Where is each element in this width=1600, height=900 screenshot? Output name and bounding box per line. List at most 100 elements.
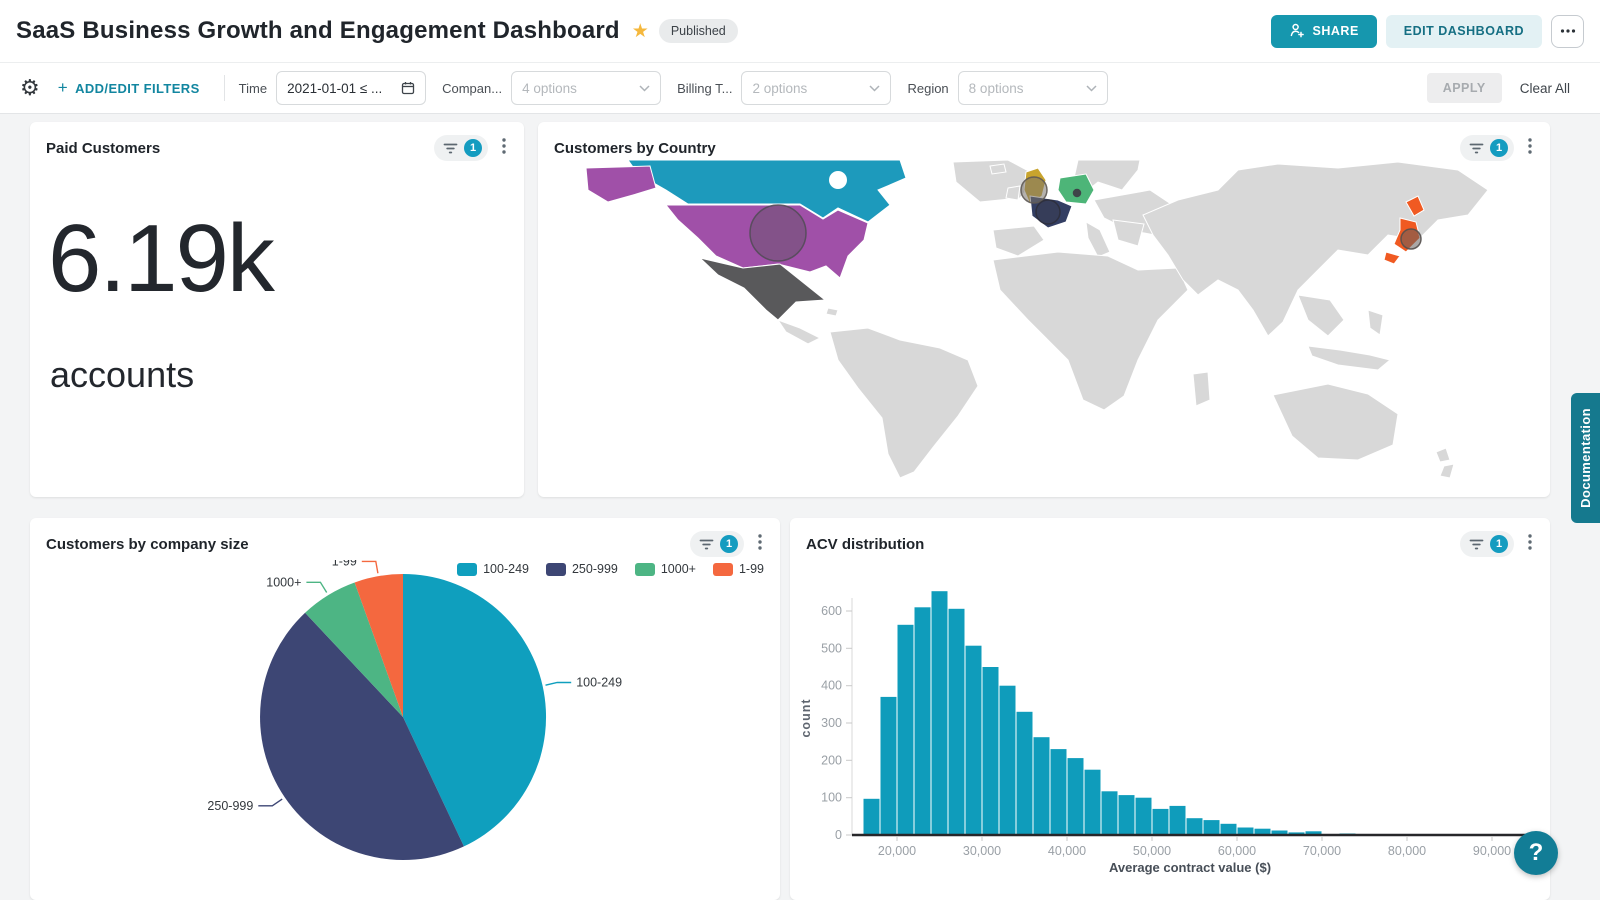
map-bubble-Japan[interactable] [1401, 229, 1421, 249]
svg-text:600: 600 [821, 604, 842, 618]
map-land [993, 252, 1188, 410]
pie-slice-label: 1-99 [332, 560, 357, 568]
widget-menu-kebab-icon[interactable] [496, 136, 512, 161]
customers-by-company-size-widget: Customers by company size 1 100-249250-9… [30, 518, 780, 900]
pie-callout-line [258, 799, 282, 806]
histogram-bar[interactable] [1102, 791, 1118, 835]
documentation-tab[interactable]: Documentation [1571, 393, 1600, 523]
histogram-bar[interactable] [1204, 820, 1220, 835]
settings-gear-icon[interactable]: ⚙ [20, 77, 40, 99]
svg-text:300: 300 [821, 716, 842, 730]
filter-count-badge: 1 [1490, 535, 1508, 553]
funnel-icon [1469, 538, 1484, 551]
widget-filter-chip[interactable]: 1 [1460, 531, 1514, 557]
map-land [1273, 384, 1398, 460]
histogram-bar[interactable] [966, 646, 982, 835]
svg-text:20,000: 20,000 [878, 844, 916, 858]
widget-title: Customers by Country [554, 140, 716, 157]
svg-text:50,000: 50,000 [1133, 844, 1171, 858]
filter-bar: ⚙ + ADD/EDIT FILTERS Time 2021-01-01 ≤ ..… [0, 62, 1600, 114]
y-axis-title: count [799, 698, 813, 737]
pie-callout-line [362, 561, 378, 573]
add-edit-filters-button[interactable]: + ADD/EDIT FILTERS [58, 78, 200, 98]
x-axis-title: Average contract value ($) [1109, 860, 1271, 875]
histogram-bar[interactable] [1170, 806, 1186, 835]
paid-customers-widget: Paid Customers 1 6.19k accounts [30, 122, 524, 497]
favorite-star-icon[interactable]: ★ [632, 20, 649, 43]
svg-text:80,000: 80,000 [1388, 844, 1426, 858]
funnel-icon [1469, 142, 1484, 155]
legend-item-1-99[interactable]: 1-99 [713, 562, 764, 576]
chevron-down-icon [639, 85, 650, 92]
share-button[interactable]: SHARE [1271, 15, 1377, 48]
map-country-United-States[interactable] [586, 166, 656, 202]
histogram-bar[interactable] [1000, 686, 1016, 835]
map-bubble-United-States[interactable] [750, 205, 806, 261]
histogram-bar[interactable] [1153, 809, 1169, 835]
histogram-bar[interactable] [1187, 818, 1203, 835]
legend-item-100-249[interactable]: 100-249 [457, 562, 529, 576]
world-map-chart[interactable] [538, 160, 1550, 497]
top-bar: SaaS Business Growth and Engagement Dash… [0, 0, 1600, 62]
dashboard-canvas: Paid Customers 1 6.19k accounts Customer… [0, 114, 1600, 900]
clear-all-button[interactable]: Clear All [1520, 81, 1570, 96]
chevron-down-icon [1086, 85, 1097, 92]
svg-text:100: 100 [821, 791, 842, 805]
widget-filter-chip[interactable]: 1 [434, 135, 488, 161]
map-bubble-United-Kingdom[interactable] [1021, 177, 1047, 203]
share-person-icon [1289, 22, 1305, 41]
svg-text:30,000: 30,000 [963, 844, 1001, 858]
published-badge: Published [659, 19, 738, 43]
histogram-bar[interactable] [1017, 712, 1033, 835]
svg-text:400: 400 [821, 679, 842, 693]
time-filter[interactable]: 2021-01-01 ≤ ... [276, 71, 426, 105]
svg-text:40,000: 40,000 [1048, 844, 1086, 858]
widget-menu-kebab-icon[interactable] [1522, 136, 1538, 161]
histogram-bar[interactable] [932, 591, 948, 835]
histogram-chart[interactable]: 010020030040050060020,00030,00040,00050,… [790, 560, 1534, 900]
histogram-bar[interactable] [1068, 758, 1084, 835]
acv-distribution-widget: ACV distribution 1 010020030040050060020… [790, 518, 1550, 900]
histogram-bar[interactable] [881, 697, 897, 835]
more-options-button[interactable] [1551, 15, 1584, 48]
widget-filter-chip[interactable]: 1 [690, 531, 744, 557]
histogram-bar[interactable] [1034, 737, 1050, 835]
chevron-down-icon [869, 85, 880, 92]
filter-count-badge: 1 [464, 139, 482, 157]
region-filter[interactable]: 8 options [958, 71, 1108, 105]
svg-text:0: 0 [835, 828, 842, 842]
svg-text:60,000: 60,000 [1218, 844, 1256, 858]
widget-menu-kebab-icon[interactable] [1522, 532, 1538, 557]
company-filter[interactable]: 4 options [511, 71, 661, 105]
map-hudson-bay [829, 171, 847, 189]
histogram-bar[interactable] [1221, 824, 1237, 835]
histogram-bar[interactable] [1119, 795, 1135, 835]
map-land [1006, 186, 1020, 200]
kpi-unit-label: accounts [50, 354, 194, 396]
legend-item-250-999[interactable]: 250-999 [546, 562, 618, 576]
histogram-bar[interactable] [949, 609, 965, 835]
svg-text:70,000: 70,000 [1303, 844, 1341, 858]
kpi-value: 6.19k [48, 204, 273, 314]
edit-dashboard-button[interactable]: EDIT DASHBOARD [1386, 15, 1542, 48]
histogram-bar[interactable] [1085, 770, 1101, 835]
histogram-bar[interactable] [983, 667, 999, 835]
legend-swatch [635, 563, 655, 576]
pie-chart[interactable]: 100-249 250-999 1000+ 1-99 [30, 560, 780, 900]
region-filter-label: Region [907, 81, 948, 96]
map-bubble-Germany[interactable] [1074, 190, 1081, 197]
legend-item-1000+[interactable]: 1000+ [635, 562, 696, 576]
histogram-bar[interactable] [915, 607, 931, 835]
histogram-bar[interactable] [864, 799, 880, 835]
time-filter-label: Time [239, 81, 267, 96]
widget-filter-chip[interactable]: 1 [1460, 135, 1514, 161]
apply-button[interactable]: APPLY [1427, 73, 1502, 103]
histogram-bar[interactable] [1051, 749, 1067, 835]
histogram-bar[interactable] [898, 625, 914, 835]
map-bubble-France[interactable] [1036, 200, 1060, 224]
billing-filter[interactable]: 2 options [741, 71, 891, 105]
legend-label: 1000+ [661, 562, 696, 576]
histogram-bar[interactable] [1136, 798, 1152, 835]
help-button[interactable]: ? [1514, 831, 1558, 875]
widget-menu-kebab-icon[interactable] [752, 532, 768, 557]
